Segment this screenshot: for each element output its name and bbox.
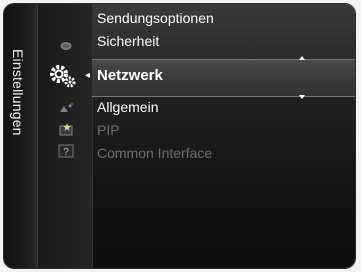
icon-column: ? bbox=[38, 4, 93, 268]
menu-item-pip: PIP bbox=[97, 122, 120, 138]
settings-gear-icon[interactable] bbox=[48, 62, 76, 88]
category-strip: Einstellungen bbox=[4, 4, 38, 268]
menu-item-common-interface: Common Interface bbox=[97, 145, 213, 161]
menu-item-netzwerk[interactable]: Netzwerk bbox=[97, 67, 163, 84]
menu-item-sicherheit[interactable]: Sicherheit bbox=[97, 33, 159, 49]
menu-item-sendungsoptionen[interactable]: Sendungsoptionen bbox=[97, 10, 214, 26]
antenna-signal-icon[interactable] bbox=[54, 102, 78, 117]
scroll-up-icon[interactable] bbox=[299, 56, 305, 60]
menu-item-allgemein[interactable]: Allgemein bbox=[97, 99, 158, 115]
svg-text:?: ? bbox=[63, 147, 69, 158]
help-question-icon[interactable]: ? bbox=[54, 144, 78, 161]
chevron-left-icon[interactable]: ◂ bbox=[85, 70, 90, 81]
menu-title: Einstellungen bbox=[10, 49, 26, 136]
settings-panel: Einstellungen ? ◂ Sendungsoptionen Siche… bbox=[4, 4, 355, 268]
scroll-down-icon[interactable] bbox=[299, 95, 305, 99]
satellite-dish-icon[interactable] bbox=[54, 40, 78, 55]
tv-menu-frame: Einstellungen ? ◂ Sendungsoptionen Siche… bbox=[0, 0, 361, 272]
menu-content: ◂ Sendungsoptionen Sicherheit Netzwerk A… bbox=[85, 4, 355, 268]
star-sparkle-icon[interactable] bbox=[54, 122, 78, 139]
